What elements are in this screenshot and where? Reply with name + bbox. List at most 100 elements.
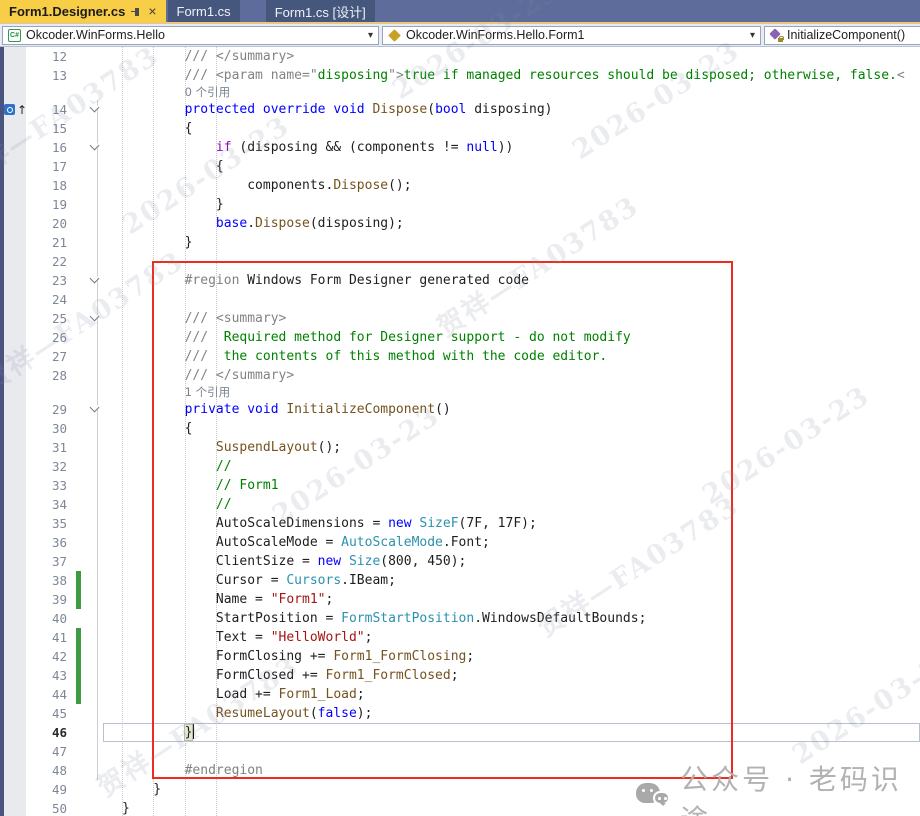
line-number: 29	[26, 400, 76, 419]
glyph-margin-cell	[0, 666, 26, 685]
code-line[interactable]: 17{	[0, 157, 920, 176]
collapse-chevron-icon[interactable]	[90, 141, 100, 151]
code-line[interactable]: 48#endregion	[0, 761, 920, 780]
line-number: 25	[26, 309, 76, 328]
fold-gutter	[86, 457, 108, 476]
code-line[interactable]: 16if (disposing && (components != null))	[0, 138, 920, 157]
code-line[interactable]: 20base.Dispose(disposing);	[0, 214, 920, 233]
change-tracking-bar	[76, 647, 86, 666]
line-number: 30	[26, 419, 76, 438]
code-line[interactable]: 15{	[0, 119, 920, 138]
code-line[interactable]: 37ClientSize = new Size(800, 450);	[0, 552, 920, 571]
line-number: 23	[26, 271, 76, 290]
code-line[interactable]: 28/// </summary>	[0, 366, 920, 385]
code-text: #endregion	[108, 761, 920, 780]
glyph-margin-cell	[0, 799, 26, 816]
code-line[interactable]: 31SuspendLayout();	[0, 438, 920, 457]
code-line[interactable]: 25 /// <summary>	[0, 309, 920, 328]
code-text: /// Required method for Designer support…	[108, 328, 920, 347]
line-number: 41	[26, 628, 76, 647]
type-dropdown[interactable]: Okcoder.WinForms.Hello.Form1 ▾	[382, 26, 761, 45]
fold-gutter	[86, 590, 108, 609]
code-line[interactable]: 39Name = "Form1";	[0, 590, 920, 609]
code-line[interactable]: 22	[0, 252, 920, 271]
fold-gutter	[86, 66, 108, 85]
fold-gutter	[86, 723, 108, 742]
glyph-margin-cell	[0, 723, 26, 742]
glyph-margin-cell	[0, 628, 26, 647]
glyph-margin-cell	[0, 290, 26, 309]
code-line[interactable]: 35AutoScaleDimensions = new SizeF(7F, 17…	[0, 514, 920, 533]
glyph-margin-cell	[0, 400, 26, 419]
code-line[interactable]: 18components.Dispose();	[0, 176, 920, 195]
code-line[interactable]: 12/// </summary>	[0, 47, 920, 66]
codelens-row: 1 个引用	[0, 385, 920, 400]
code-line[interactable]: 36AutoScaleMode = AutoScaleMode.Font;	[0, 533, 920, 552]
tab-form1-designer-cs[interactable]: Form1.Designer.cs ×	[0, 0, 166, 22]
type-name: Okcoder.WinForms.Hello.Form1	[406, 28, 585, 42]
glyph-margin-cell	[0, 419, 26, 438]
project-dropdown[interactable]: C# Okcoder.WinForms.Hello ▾	[2, 26, 379, 45]
member-dropdown[interactable]: InitializeComponent()	[764, 26, 920, 45]
pin-icon[interactable]	[131, 6, 142, 17]
collapse-chevron-icon[interactable]	[90, 312, 100, 322]
collapse-chevron-icon[interactable]	[90, 274, 100, 284]
glyph-margin-cell	[0, 609, 26, 628]
code-line[interactable]: 24	[0, 290, 920, 309]
glyph-margin-cell	[0, 571, 26, 590]
tab-form1-cs-design[interactable]: Form1.cs [设计]	[266, 0, 375, 22]
line-number: 49	[26, 780, 76, 799]
line-number: 32	[26, 457, 76, 476]
code-line[interactable]: 42FormClosing += Form1_FormClosing;	[0, 647, 920, 666]
code-line[interactable]: 21}	[0, 233, 920, 252]
code-line[interactable]: 26/// Required method for Designer suppo…	[0, 328, 920, 347]
collapse-chevron-icon[interactable]	[90, 403, 100, 413]
glyph-margin-cell	[0, 742, 26, 761]
code-line[interactable]: 49}	[0, 780, 920, 799]
code-text: //	[108, 495, 920, 514]
fold-gutter	[86, 780, 108, 799]
code-line[interactable]: 45ResumeLayout(false);	[0, 704, 920, 723]
fold-gutter	[86, 419, 108, 438]
code-line[interactable]: 32 //	[0, 457, 920, 476]
collapse-chevron-icon[interactable]	[90, 103, 100, 113]
code-text: //	[108, 457, 920, 476]
code-line[interactable]: 50}	[0, 799, 920, 816]
code-line[interactable]: 29private void InitializeComponent()	[0, 400, 920, 419]
code-text: SuspendLayout();	[108, 438, 920, 457]
line-number: 21	[26, 233, 76, 252]
code-line[interactable]: 40StartPosition = FormStartPosition.Wind…	[0, 609, 920, 628]
glyph-margin-cell	[0, 476, 26, 495]
glyph-margin-cell	[0, 647, 26, 666]
code-line[interactable]: 33// Form1	[0, 476, 920, 495]
close-icon[interactable]: ×	[148, 4, 156, 18]
codelens-references[interactable]: 1 个引用	[108, 385, 920, 400]
code-line[interactable]: 30{	[0, 419, 920, 438]
line-number: 33	[26, 476, 76, 495]
fold-gutter	[86, 666, 108, 685]
code-line[interactable]: 38Cursor = Cursors.IBeam;	[0, 571, 920, 590]
code-line[interactable]: 41Text = "HelloWorld";	[0, 628, 920, 647]
code-line[interactable]: ↑14protected override void Dispose(bool …	[0, 100, 920, 119]
code-line[interactable]: 47	[0, 742, 920, 761]
change-tracking-bar	[76, 628, 86, 647]
tab-form1-cs[interactable]: Form1.cs	[168, 0, 240, 22]
chevron-down-icon[interactable]: ▾	[750, 30, 755, 41]
code-text: /// <summary>	[108, 309, 920, 328]
class-icon	[388, 29, 401, 42]
chevron-down-icon[interactable]: ▾	[368, 30, 373, 41]
fold-gutter	[86, 742, 108, 761]
code-editor[interactable]: 12/// </summary>13/// <param name="dispo…	[0, 47, 920, 816]
code-line[interactable]: 23#region Windows Form Designer generate…	[0, 271, 920, 290]
codelens-references[interactable]: 0 个引用	[108, 85, 920, 100]
fold-gutter	[86, 761, 108, 780]
fold-gutter	[86, 476, 108, 495]
code-line[interactable]: 13/// <param name="disposing">true if ma…	[0, 66, 920, 85]
code-line[interactable]: 44Load += Form1_Load;	[0, 685, 920, 704]
fold-gutter	[86, 704, 108, 723]
code-line[interactable]: 34//	[0, 495, 920, 514]
code-line[interactable]: 19}	[0, 195, 920, 214]
code-line[interactable]: 46}	[0, 723, 920, 742]
code-line[interactable]: 27/// the contents of this method with t…	[0, 347, 920, 366]
code-line[interactable]: 43FormClosed += Form1_FormClosed;	[0, 666, 920, 685]
